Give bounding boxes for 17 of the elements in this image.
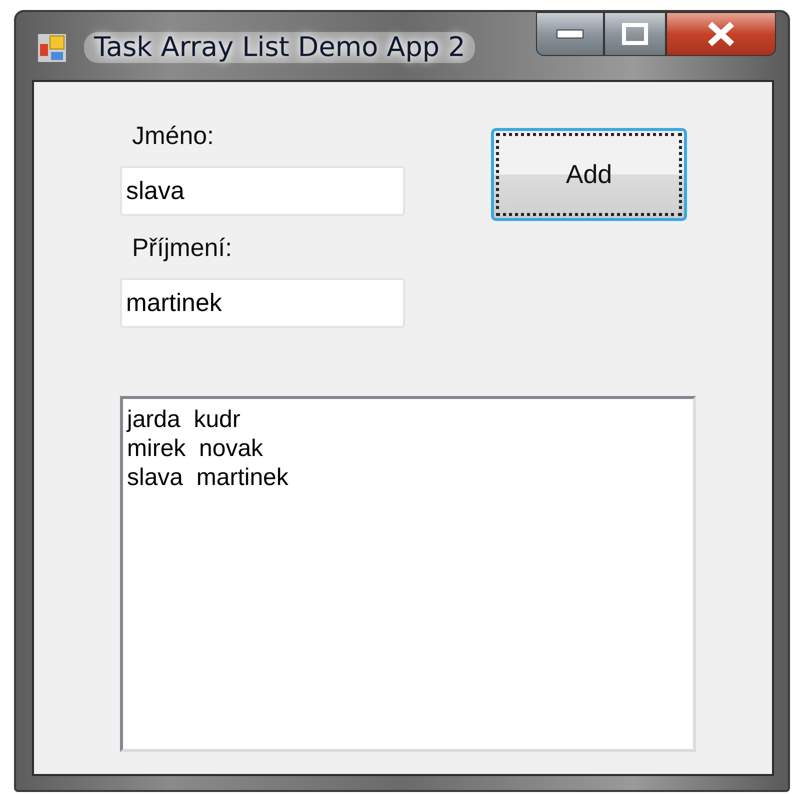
window-title: Task Array List Demo App 2 [84,32,476,63]
list-item[interactable]: mirek novak [127,434,689,463]
last-name-field[interactable]: martinek [120,278,405,328]
maximize-icon [622,23,648,45]
close-button[interactable] [666,12,776,56]
minimize-button[interactable] [536,12,604,56]
maximize-button[interactable] [604,12,666,56]
last-name-label: Příjmení: [131,234,234,264]
first-name-label: Jméno: [131,122,215,152]
list-item[interactable]: slava martinek [127,463,689,492]
app-icon [38,34,66,62]
close-icon [706,21,736,47]
first-name-field[interactable]: slava [120,166,405,216]
list-box[interactable]: jarda kudr mirek novak slava martinek [120,396,696,752]
add-button[interactable]: Add [491,128,687,221]
minimize-icon [556,29,584,39]
list-item[interactable]: jarda kudr [127,405,689,434]
